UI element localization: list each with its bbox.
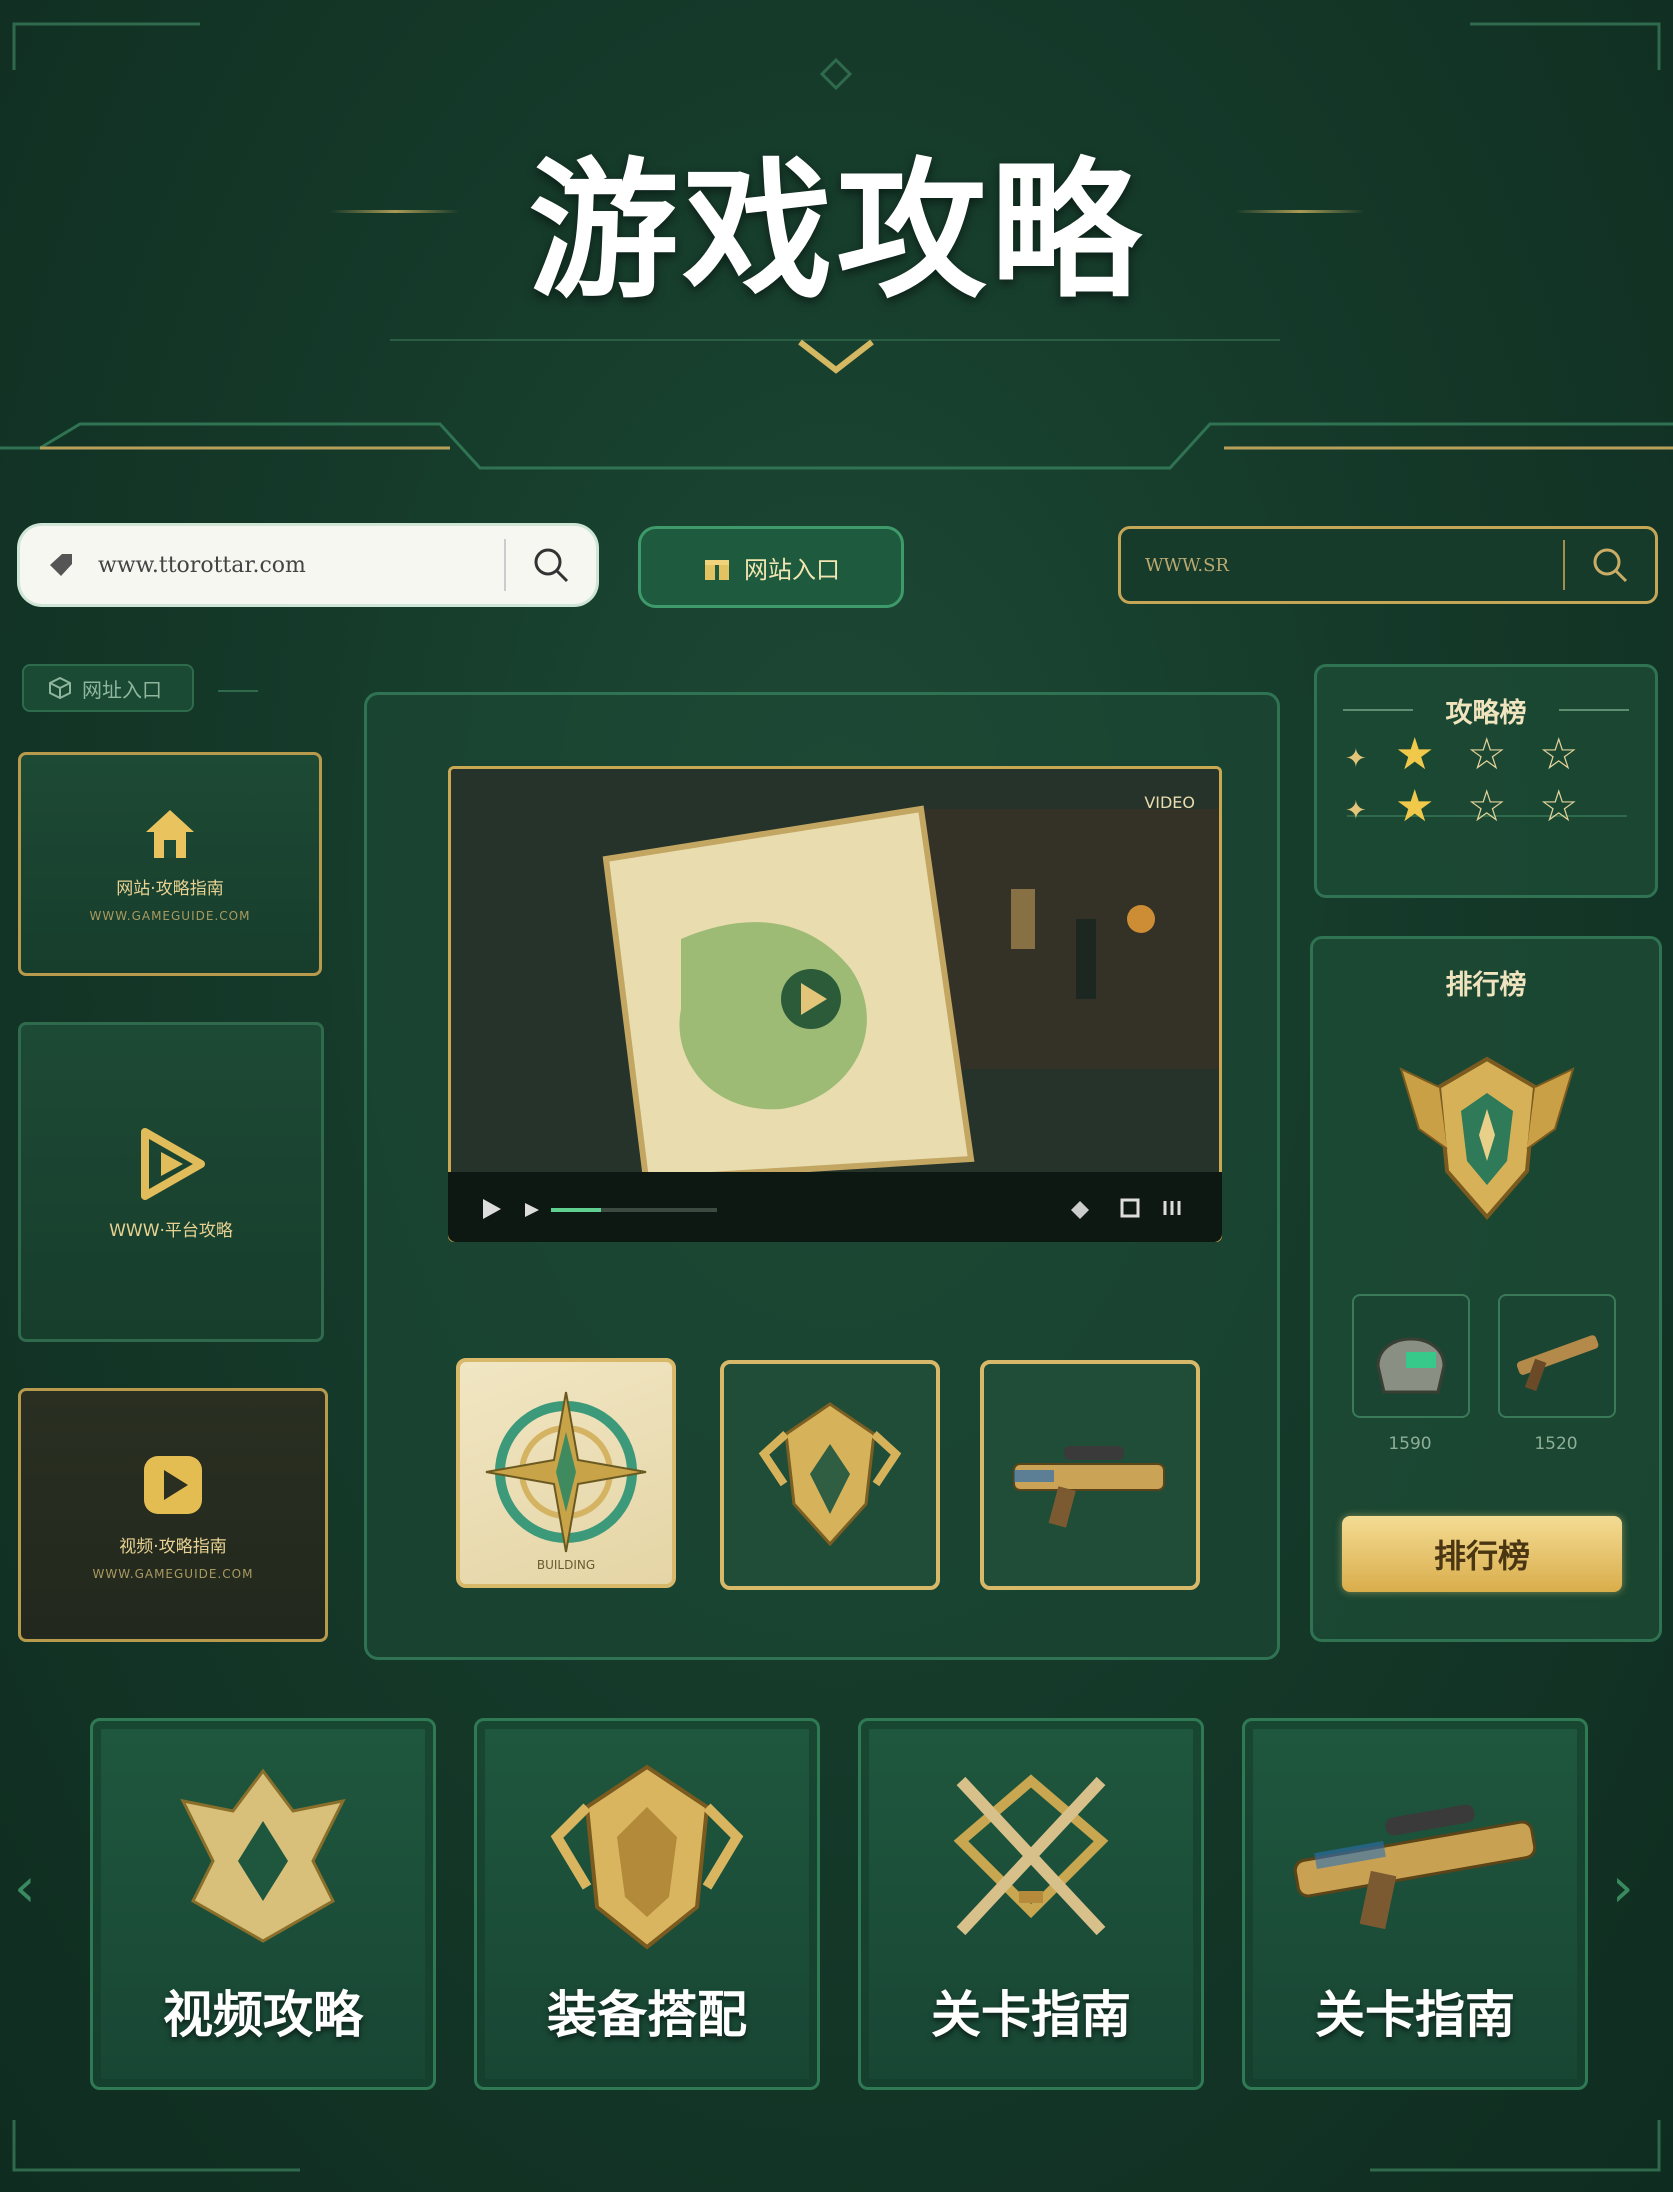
search-input-right[interactable]: WWW.SR xyxy=(1145,555,1563,576)
tile-label: 关卡指南 xyxy=(1315,1986,1515,2044)
star-empty-icon[interactable]: ☆ xyxy=(1539,733,1578,777)
video-thumbnail xyxy=(451,769,1219,1183)
play-icon[interactable] xyxy=(479,1197,503,1221)
page-title: 游戏攻略 xyxy=(528,145,1145,319)
url-search-bar[interactable]: www.ttorottar.com xyxy=(20,526,596,604)
play-icon xyxy=(144,1455,202,1514)
small-entry-button[interactable]: 网址入口 xyxy=(22,664,194,712)
video-corner-label: VIDEO xyxy=(1144,793,1195,812)
rifle-icon xyxy=(1013,1446,1165,1528)
carousel-prev-arrow[interactable]: ‹ xyxy=(14,1856,36,1919)
search-button[interactable] xyxy=(506,526,596,604)
website-entry-label: 网站入口 xyxy=(744,555,840,584)
rank-item-helmet[interactable] xyxy=(1352,1294,1470,1418)
thumb-caption: BUILDING xyxy=(536,1558,596,1572)
divider xyxy=(218,690,258,692)
volume-icon[interactable] xyxy=(1069,1199,1091,1221)
tile-label: 装备搭配 xyxy=(547,1986,747,2044)
left-card-platform[interactable]: WWW·平台攻略 xyxy=(18,1022,324,1342)
crest-icon xyxy=(758,1402,902,1547)
divider xyxy=(1343,709,1413,711)
swords-icon xyxy=(953,1774,1109,1936)
thumb-rifle[interactable] xyxy=(980,1360,1200,1590)
thumb-crest[interactable] xyxy=(720,1360,940,1590)
sparkle-icon: ✦ xyxy=(1345,796,1367,826)
card-title: 视频·攻略指南 xyxy=(119,1536,227,1557)
left-card-home[interactable]: 网站·攻略指南 WWW.GAMEGUIDE.COM xyxy=(18,752,322,976)
website-entry-button[interactable]: 网站入口 xyxy=(638,526,904,608)
compass-icon xyxy=(485,1391,647,1553)
video-player[interactable]: VIDEO xyxy=(448,766,1222,1242)
star-filled-icon[interactable]: ★ xyxy=(1395,733,1434,777)
search-icon xyxy=(534,548,569,583)
ranking-board-title: 排行榜 xyxy=(1445,970,1527,1001)
game-search-bar[interactable]: WWW.SR xyxy=(1118,526,1658,604)
cube-icon xyxy=(49,676,71,700)
sparkle-icon: ✦ xyxy=(1345,744,1367,774)
rifle-icon xyxy=(1293,1804,1537,1930)
left-card-video[interactable]: 视频·攻略指南 WWW.GAMEGUIDE.COM xyxy=(18,1388,328,1642)
crest-icon xyxy=(180,1768,346,1943)
star-filled-icon[interactable]: ★ xyxy=(1395,785,1434,829)
rifle-icon xyxy=(1516,1335,1599,1392)
helmet-icon xyxy=(1376,1337,1446,1394)
strategy-board: 攻略榜 ✦ ★ ☆ ☆ ✦ ★ ☆ ☆ xyxy=(1314,664,1658,898)
card-subtitle: WWW.GAMEGUIDE.COM xyxy=(92,1566,254,1581)
carousel-next-arrow[interactable]: › xyxy=(1612,1856,1634,1919)
rank-item-price: 1590 xyxy=(1388,1434,1432,1454)
small-entry-label: 网址入口 xyxy=(82,677,162,702)
progress-fill xyxy=(551,1208,601,1212)
search-button-right[interactable] xyxy=(1565,529,1655,601)
star-empty-icon[interactable]: ☆ xyxy=(1467,733,1506,777)
progress-track[interactable] xyxy=(551,1208,717,1212)
tile-label: 视频攻略 xyxy=(163,1986,363,2044)
tile-video-guide[interactable]: 视频攻略 xyxy=(90,1718,436,2090)
rank-item-price: 1520 xyxy=(1534,1434,1578,1454)
rank-item-rifle[interactable] xyxy=(1498,1294,1616,1418)
card-subtitle: WWW.GAMEGUIDE.COM xyxy=(89,908,251,923)
tag-icon xyxy=(50,554,72,576)
search-icon xyxy=(1593,548,1628,583)
shield-icon xyxy=(550,1764,744,1950)
thumb-compass[interactable]: BUILDING xyxy=(456,1358,676,1588)
star-empty-icon[interactable]: ☆ xyxy=(1467,785,1506,829)
settings-icon[interactable] xyxy=(1161,1197,1183,1219)
video-control-bar xyxy=(448,1172,1222,1242)
star-empty-icon[interactable]: ☆ xyxy=(1539,785,1578,829)
ranking-button[interactable]: 排行榜 xyxy=(1342,1516,1622,1592)
card-title: 网站·攻略指南 xyxy=(116,878,224,899)
card-title: WWW·平台攻略 xyxy=(109,1220,233,1241)
tile-level-guide[interactable]: 关卡指南 xyxy=(858,1718,1204,2090)
rank-emblem-icon xyxy=(1399,1056,1575,1221)
search-input[interactable]: www.ttorottar.com xyxy=(98,553,504,578)
next-icon[interactable] xyxy=(523,1201,541,1219)
gift-icon xyxy=(705,556,729,580)
divider xyxy=(1559,709,1629,711)
tile-equipment[interactable]: 装备搭配 xyxy=(474,1718,820,2090)
tile-level-guide-2[interactable]: 关卡指南 xyxy=(1242,1718,1588,2090)
fullscreen-icon[interactable] xyxy=(1119,1197,1141,1219)
home-icon xyxy=(146,809,194,858)
play-icon xyxy=(141,1127,205,1200)
tile-label: 关卡指南 xyxy=(931,1986,1131,2044)
